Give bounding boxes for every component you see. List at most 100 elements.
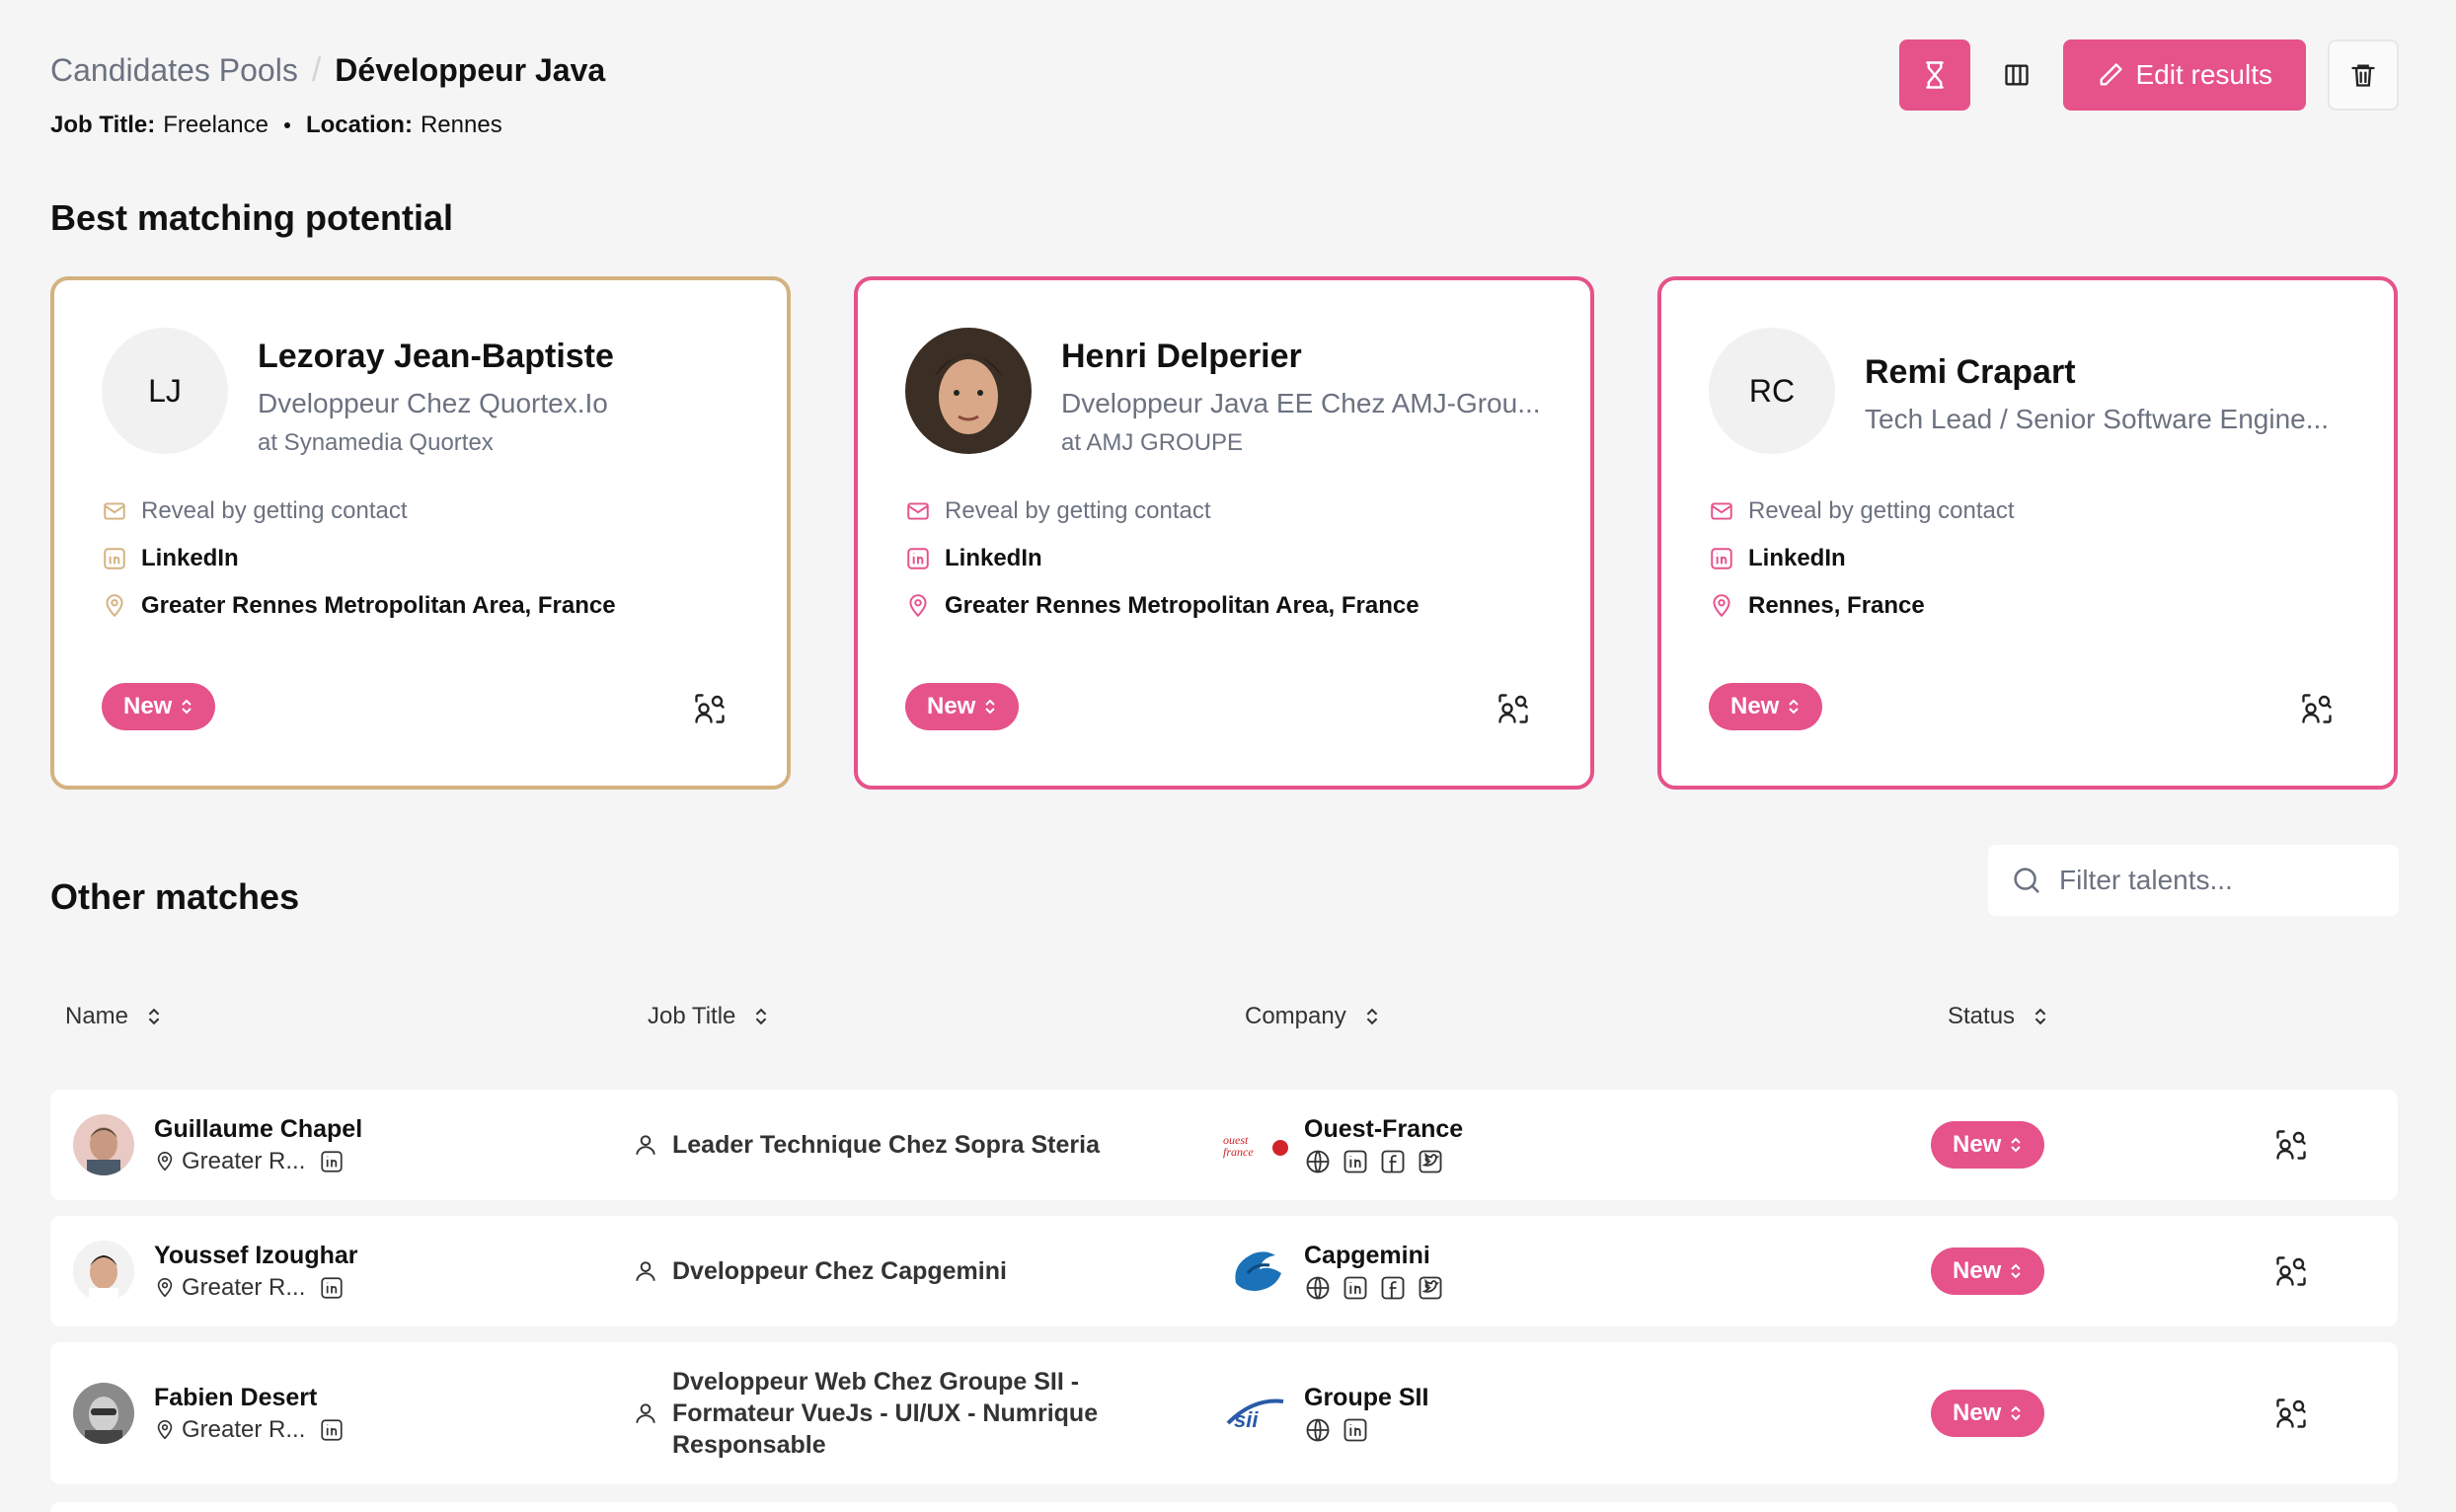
column-header-name[interactable]: Name bbox=[65, 1003, 162, 1030]
candidate-card[interactable]: LJ Lezoray Jean-Baptiste Dveloppeur Chez… bbox=[50, 276, 791, 790]
email-row[interactable]: Reveal by getting contact bbox=[1709, 488, 2015, 535]
status-label: New bbox=[1953, 1257, 2002, 1284]
linkedin-icon bbox=[1711, 548, 1732, 569]
table-row[interactable]: Fabien Desert Greater R... Dveloppeur We… bbox=[50, 1342, 2398, 1484]
job-cell: Dveloppeur Web Chez Groupe SII - Formate… bbox=[633, 1342, 1186, 1484]
chevron-updown-icon bbox=[2011, 1405, 2022, 1421]
column-header-status[interactable]: Status bbox=[1948, 1003, 2048, 1030]
status-dropdown[interactable]: New bbox=[1931, 1342, 2045, 1484]
sort-icon bbox=[148, 1008, 160, 1025]
view-profile-button[interactable] bbox=[1496, 691, 1531, 726]
linkedin-icon[interactable] bbox=[1342, 1148, 1369, 1175]
view-profile-button[interactable] bbox=[2299, 691, 2335, 726]
linkedin-icon[interactable] bbox=[1342, 1274, 1369, 1302]
linkedin-row[interactable]: LinkedIn bbox=[905, 535, 1420, 582]
user-search-icon bbox=[695, 694, 725, 723]
breadcrumb-root-link[interactable]: Candidates Pools bbox=[50, 52, 298, 89]
linkedin-icon[interactable] bbox=[319, 1149, 345, 1174]
hourglass-view-button[interactable] bbox=[1898, 39, 1970, 111]
delete-pool-button[interactable] bbox=[2328, 39, 2399, 111]
company-social-links bbox=[1304, 1274, 1444, 1302]
other-matches-heading: Other matches bbox=[50, 876, 300, 917]
location-text: Greater R... bbox=[182, 1273, 306, 1301]
column-header-company[interactable]: Company bbox=[1245, 1003, 1380, 1030]
candidate-company: at AMJ GROUPE bbox=[1061, 429, 1244, 456]
column-label: Status bbox=[1948, 1003, 2016, 1029]
candidate-card[interactable]: RC Remi Crapart Tech Lead / Senior Softw… bbox=[1657, 276, 2398, 790]
pencil-icon bbox=[2100, 63, 2122, 86]
filter-talents-input[interactable] bbox=[2059, 865, 2375, 896]
email-row[interactable]: Reveal by getting contact bbox=[905, 488, 1420, 535]
candidate-info: Guillaume Chapel Greater R... bbox=[154, 1115, 362, 1175]
edit-results-button[interactable]: Edit results bbox=[2062, 39, 2306, 111]
candidate-name[interactable]: Fabien Desert bbox=[154, 1384, 345, 1412]
status-dropdown[interactable]: New bbox=[1931, 1090, 2045, 1200]
candidate-name[interactable]: Henri Delperier bbox=[1061, 338, 1551, 376]
globe-icon[interactable] bbox=[1304, 1274, 1332, 1302]
location-pin-icon bbox=[1713, 594, 1730, 618]
avatar-photo bbox=[73, 1383, 134, 1444]
view-profile-button[interactable] bbox=[2273, 1090, 2309, 1200]
twitter-icon[interactable] bbox=[1417, 1148, 1444, 1175]
table-header: Name Job Title Company Status bbox=[50, 1003, 2398, 1042]
status-dropdown[interactable]: New bbox=[1931, 1216, 2045, 1326]
location-value: Rennes bbox=[420, 112, 502, 138]
globe-icon[interactable] bbox=[1304, 1148, 1332, 1175]
table-row[interactable] bbox=[50, 1502, 2398, 1512]
best-match-cards: LJ Lezoray Jean-Baptiste Dveloppeur Chez… bbox=[50, 276, 2398, 790]
company-name[interactable]: Groupe SII bbox=[1304, 1384, 1428, 1412]
linkedin-row[interactable]: LinkedIn bbox=[1709, 535, 2015, 582]
meta-separator-dot bbox=[283, 122, 290, 128]
status-dropdown[interactable]: New bbox=[102, 683, 216, 730]
search-icon bbox=[2014, 868, 2039, 893]
candidate-name[interactable]: Guillaume Chapel bbox=[154, 1115, 362, 1144]
email-reveal-text: Reveal by getting contact bbox=[141, 497, 408, 524]
mail-icon bbox=[907, 502, 929, 520]
location-pin-icon bbox=[157, 1277, 173, 1297]
edit-results-label: Edit results bbox=[2135, 59, 2273, 90]
linkedin-icon[interactable] bbox=[319, 1417, 345, 1443]
job-title-text: Leader Technique Chez Sopra Steria bbox=[672, 1131, 1100, 1159]
company-name[interactable]: Ouest-France bbox=[1304, 1115, 1463, 1144]
location-row: Rennes, France bbox=[1709, 582, 2015, 630]
company-cell: Capgemini bbox=[1221, 1216, 1444, 1326]
pool-meta: Job Title: Freelance Location: Rennes bbox=[50, 112, 605, 139]
company-name[interactable]: Capgemini bbox=[1304, 1242, 1444, 1270]
job-cell: Leader Technique Chez Sopra Steria bbox=[633, 1090, 1100, 1200]
candidate-card[interactable]: Henri Delperier Dveloppeur Java EE Chez … bbox=[854, 276, 1594, 790]
status-label: New bbox=[1730, 693, 1780, 719]
candidate-name[interactable]: Youssef Izoughar bbox=[154, 1242, 358, 1270]
globe-icon[interactable] bbox=[1304, 1416, 1332, 1444]
view-profile-button[interactable] bbox=[2273, 1216, 2309, 1326]
candidate-company: at Synamedia Quortex bbox=[258, 429, 494, 456]
candidate-name[interactable]: Lezoray Jean-Baptiste bbox=[258, 338, 747, 376]
table-row[interactable]: Guillaume Chapel Greater R... Leader Tec… bbox=[50, 1090, 2398, 1200]
twitter-icon[interactable] bbox=[1417, 1274, 1444, 1302]
table-row[interactable]: Youssef Izoughar Greater R... Dveloppeur… bbox=[50, 1216, 2398, 1326]
job-title-label: Job Title: bbox=[50, 112, 156, 138]
candidate-name[interactable]: Remi Crapart bbox=[1865, 353, 2354, 392]
columns-view-button[interactable] bbox=[1992, 39, 2041, 111]
linkedin-row[interactable]: LinkedIn bbox=[102, 535, 616, 582]
svg-text:france: france bbox=[1223, 1145, 1254, 1159]
candidate-info: Fabien Desert Greater R... bbox=[154, 1384, 345, 1444]
email-row[interactable]: Reveal by getting contact bbox=[102, 488, 616, 535]
facebook-icon[interactable] bbox=[1379, 1148, 1407, 1175]
candidate-location: Greater Rennes Metropolitan Area, France bbox=[945, 592, 1420, 619]
candidate-location: Greater R... bbox=[154, 1416, 345, 1444]
company-logo: ouest france bbox=[1221, 1117, 1290, 1172]
view-profile-button[interactable] bbox=[692, 691, 728, 726]
linkedin-icon[interactable] bbox=[319, 1275, 345, 1301]
status-dropdown[interactable]: New bbox=[905, 683, 1020, 730]
filter-talents-field[interactable] bbox=[1988, 845, 2399, 916]
job-title-text: Dveloppeur Web Chez Groupe SII - Formate… bbox=[672, 1368, 1099, 1459]
user-search-icon bbox=[2302, 694, 2332, 723]
view-profile-button[interactable] bbox=[2273, 1342, 2309, 1484]
status-dropdown[interactable]: New bbox=[1709, 683, 1823, 730]
column-header-job-title[interactable]: Job Title bbox=[648, 1003, 769, 1030]
svg-text:sii: sii bbox=[1234, 1407, 1259, 1432]
linkedin-icon[interactable] bbox=[1342, 1416, 1369, 1444]
facebook-icon[interactable] bbox=[1379, 1274, 1407, 1302]
user-icon bbox=[636, 1403, 655, 1423]
columns-icon bbox=[2004, 64, 2029, 86]
